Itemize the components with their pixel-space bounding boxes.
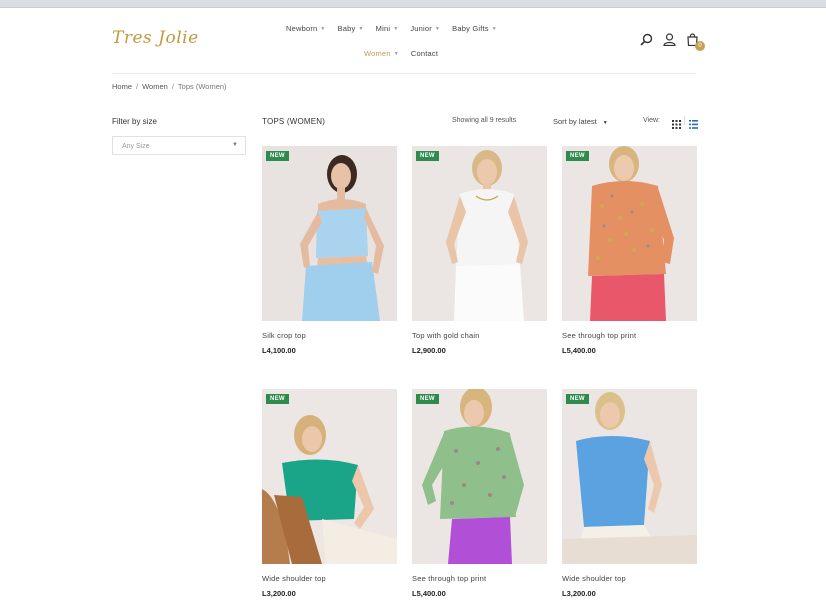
model-photo-see-through-top bbox=[562, 146, 697, 321]
grid-view-icon[interactable] bbox=[672, 116, 681, 129]
product-name[interactable]: See through top print bbox=[412, 574, 547, 583]
category-title: TOPS (WOMEN) bbox=[262, 117, 326, 126]
breadcrumb-current: Tops (Women) bbox=[177, 82, 227, 91]
header-divider bbox=[112, 73, 696, 74]
model-photo-top-with-gold-chain bbox=[412, 146, 547, 321]
chevron-down-icon: ▼ bbox=[393, 25, 399, 32]
product-card[interactable]: NEW Wide shoulder top L3,200.00 bbox=[562, 389, 697, 598]
model-photo-silk-crop-top bbox=[262, 146, 397, 321]
breadcrumb-separator: / bbox=[171, 82, 174, 91]
new-badge: NEW bbox=[566, 151, 589, 161]
breadcrumb-home[interactable]: Home bbox=[112, 82, 132, 91]
main-nav-row-2: Women ▼ Contact bbox=[358, 49, 444, 58]
nav-item-women[interactable]: Women ▼ bbox=[364, 49, 399, 58]
product-card[interactable]: NEW Top with gold chain L2,900.00 bbox=[412, 146, 547, 355]
search-icon[interactable] bbox=[640, 33, 653, 46]
nav-item-junior[interactable]: Junior ▼ bbox=[410, 24, 440, 33]
nav-item-baby-gifts[interactable]: Baby Gifts ▼ bbox=[452, 24, 497, 33]
chevron-down-icon: ▼ bbox=[435, 25, 441, 32]
model-photo-see-through-top-green bbox=[412, 389, 547, 564]
nav-label: Newborn bbox=[286, 24, 318, 33]
product-image[interactable]: NEW bbox=[262, 146, 397, 321]
list-view-icon[interactable] bbox=[689, 116, 698, 129]
product-price: L2,900.00 bbox=[412, 346, 446, 355]
new-badge: NEW bbox=[266, 394, 289, 404]
product-image[interactable]: NEW bbox=[262, 389, 397, 564]
product-price: L3,200.00 bbox=[562, 589, 596, 598]
nav-label: Junior bbox=[410, 24, 432, 33]
product-price: L5,400.00 bbox=[562, 346, 596, 355]
size-filter-select[interactable]: Any Size ▼ bbox=[112, 136, 246, 155]
product-card[interactable]: NEW Wide shoulder top L3,200.00 bbox=[262, 389, 397, 598]
chevron-down-icon: ▼ bbox=[491, 25, 497, 32]
product-price: L3,200.00 bbox=[262, 589, 296, 598]
model-photo-wide-shoulder-top-green bbox=[262, 389, 397, 564]
cart-icon[interactable]: 0 bbox=[686, 33, 705, 51]
nav-item-mini[interactable]: Mini ▼ bbox=[376, 24, 399, 33]
user-icon[interactable] bbox=[663, 33, 676, 47]
product-name[interactable]: Top with gold chain bbox=[412, 331, 547, 340]
sort-label: Sort by latest bbox=[553, 117, 597, 126]
product-name[interactable]: Silk crop top bbox=[262, 331, 397, 340]
cart-count-badge: 0 bbox=[695, 41, 705, 51]
breadcrumb-separator: / bbox=[136, 82, 139, 91]
view-divider bbox=[684, 116, 685, 125]
product-name[interactable]: See through top print bbox=[562, 331, 697, 340]
product-image[interactable]: NEW bbox=[562, 146, 697, 321]
nav-label: Women bbox=[364, 49, 391, 58]
nav-label: Mini bbox=[375, 24, 391, 33]
nav-item-newborn[interactable]: Newborn ▼ bbox=[286, 24, 326, 33]
chevron-down-icon: ▼ bbox=[358, 25, 364, 32]
product-card[interactable]: NEW See through top print L5,400.00 bbox=[412, 389, 547, 598]
product-price: L5,400.00 bbox=[412, 589, 446, 598]
filter-title: Filter by size bbox=[112, 117, 157, 126]
new-badge: NEW bbox=[416, 151, 439, 161]
product-card[interactable]: NEW Silk crop top L4,100.00 bbox=[262, 146, 397, 355]
product-image[interactable]: NEW bbox=[412, 389, 547, 564]
size-select-value: Any Size bbox=[122, 143, 150, 150]
header-icons: 0 bbox=[640, 33, 705, 51]
brand-logo-text: Tres Jolie bbox=[112, 28, 199, 48]
breadcrumb-women[interactable]: Women bbox=[142, 82, 168, 91]
browser-top-strip bbox=[0, 0, 826, 8]
nav-item-baby[interactable]: Baby ▼ bbox=[338, 24, 364, 33]
chevron-down-icon: ▼ bbox=[320, 25, 326, 32]
new-badge: NEW bbox=[416, 394, 439, 404]
product-image[interactable]: NEW bbox=[412, 146, 547, 321]
nav-label: Contact bbox=[410, 49, 439, 58]
nav-item-contact[interactable]: Contact bbox=[411, 49, 438, 58]
nav-label: Baby Gifts bbox=[452, 24, 489, 33]
results-count: Showing all 9 results bbox=[452, 117, 517, 124]
new-badge: NEW bbox=[566, 394, 589, 404]
product-card[interactable]: NEW See through top print L5,400.00 bbox=[562, 146, 697, 355]
caret-down-icon: ▼ bbox=[602, 120, 608, 126]
product-image[interactable]: NEW bbox=[562, 389, 697, 564]
new-badge: NEW bbox=[266, 151, 289, 161]
sort-dropdown[interactable]: Sort by latest ▼ bbox=[553, 117, 608, 126]
breadcrumb: Home / Women / Tops (Women) bbox=[112, 82, 227, 91]
view-label: View: bbox=[643, 117, 660, 124]
product-name[interactable]: Wide shoulder top bbox=[262, 574, 397, 583]
chevron-down-icon: ▼ bbox=[232, 142, 238, 148]
product-name[interactable]: Wide shoulder top bbox=[562, 574, 697, 583]
nav-label: Baby bbox=[337, 24, 356, 33]
brand-logo[interactable]: Tres Jolie bbox=[112, 26, 198, 56]
product-price: L4,100.00 bbox=[262, 346, 296, 355]
main-nav-row-1: Newborn ▼ Baby ▼ Mini ▼ Junior ▼ Baby Gifts ▼ bbox=[280, 24, 503, 33]
chevron-down-icon: ▼ bbox=[393, 50, 399, 57]
model-photo-wide-shoulder-top-blue bbox=[562, 389, 697, 564]
